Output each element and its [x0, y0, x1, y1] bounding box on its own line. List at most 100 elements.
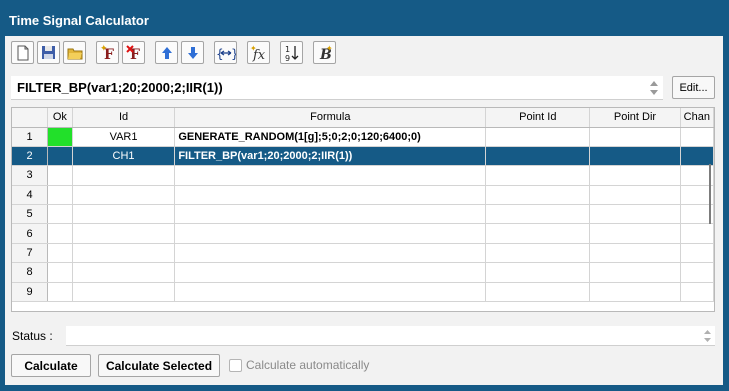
- save-icon: [42, 46, 55, 59]
- status-spinner-icon[interactable]: [703, 328, 712, 344]
- move-down-button[interactable]: [181, 41, 204, 64]
- chan-cell[interactable]: [680, 223, 714, 244]
- ok-cell[interactable]: [47, 282, 73, 303]
- id-cell[interactable]: CH1: [72, 146, 176, 167]
- point-dir-cell[interactable]: [589, 146, 681, 167]
- point-dir-cell[interactable]: [589, 243, 681, 264]
- column-header-ok[interactable]: Ok: [47, 108, 73, 128]
- spinner-arrows-icon[interactable]: [649, 79, 659, 97]
- ok-cell[interactable]: [47, 165, 73, 186]
- svg-text:1: 1: [285, 45, 290, 54]
- move-up-icon: [161, 46, 172, 59]
- point-id-cell[interactable]: [485, 243, 591, 264]
- chan-cell[interactable]: [680, 282, 714, 303]
- expand-braces-button[interactable]: {}: [214, 41, 237, 64]
- ok-cell[interactable]: [47, 204, 73, 225]
- formula-cell[interactable]: [174, 262, 487, 283]
- table-row[interactable]: 8: [12, 262, 714, 283]
- column-header-id[interactable]: Id: [72, 108, 176, 128]
- formula-cell[interactable]: [174, 185, 487, 206]
- ok-cell[interactable]: [47, 262, 73, 283]
- ok-cell[interactable]: [47, 146, 73, 167]
- point-id-cell[interactable]: [485, 223, 591, 244]
- point-dir-cell[interactable]: [589, 262, 681, 283]
- table-row[interactable]: 7: [12, 243, 714, 264]
- grid-header-row: Ok Id Formula Point Id Point Dir Chan: [12, 108, 714, 128]
- chan-cell[interactable]: [680, 262, 714, 283]
- id-cell[interactable]: [72, 262, 176, 283]
- table-row[interactable]: 9: [12, 282, 714, 303]
- formula-cell[interactable]: [174, 223, 487, 244]
- column-header-formula[interactable]: Formula: [174, 108, 487, 128]
- calculate-automatically-checkbox[interactable]: [229, 358, 242, 372]
- point-dir-cell[interactable]: [589, 165, 681, 186]
- id-cell[interactable]: VAR1: [72, 127, 176, 147]
- chan-cell[interactable]: [680, 146, 714, 167]
- point-id-cell[interactable]: [485, 282, 591, 303]
- formula-cell[interactable]: [174, 243, 487, 264]
- svg-text:✦: ✦: [250, 44, 257, 53]
- table-row[interactable]: 6: [12, 223, 714, 244]
- table-row[interactable]: 5: [12, 204, 714, 225]
- point-dir-cell[interactable]: [589, 282, 681, 303]
- ok-cell[interactable]: [47, 243, 73, 264]
- sort-numeric-button[interactable]: 19: [280, 41, 303, 64]
- column-header-point-dir[interactable]: Point Dir: [589, 108, 681, 128]
- new-document-button[interactable]: [11, 41, 34, 64]
- grid-table: Ok Id Formula Point Id Point Dir Chan 1 V…: [12, 108, 714, 303]
- table-row[interactable]: 3: [12, 165, 714, 186]
- calculate-automatically-option[interactable]: Calculate automatically: [229, 358, 369, 372]
- id-cell[interactable]: [72, 282, 176, 303]
- point-dir-cell[interactable]: [589, 185, 681, 206]
- point-id-cell[interactable]: [485, 262, 591, 283]
- row-number-cell: 5: [12, 204, 48, 225]
- svg-text:9: 9: [285, 54, 290, 62]
- chan-cell[interactable]: [680, 243, 714, 264]
- chan-cell[interactable]: [680, 127, 714, 147]
- table-row[interactable]: 1 VAR1 GENERATE_RANDOM(1[g];5;0;2;0;120;64…: [12, 127, 714, 147]
- expand-braces-icon: {}: [216, 47, 236, 60]
- add-function-button[interactable]: F ✦: [96, 41, 119, 64]
- table-row[interactable]: 2 CH1 FILTER_BP(var1;20;2000;2;IIR(1)): [12, 146, 714, 167]
- calculate-button[interactable]: Calculate: [11, 354, 91, 377]
- formula-input[interactable]: FILTER_BP(var1;20;2000;2;IIR(1)): [11, 76, 663, 100]
- point-id-cell[interactable]: [485, 165, 591, 186]
- id-cell[interactable]: [72, 185, 176, 206]
- point-id-cell[interactable]: [485, 185, 591, 206]
- formula-cell[interactable]: GENERATE_RANDOM(1[g];5;0;2;0;120;6400;0): [174, 127, 487, 147]
- ok-cell[interactable]: [47, 185, 73, 206]
- formula-cell[interactable]: [174, 165, 487, 186]
- open-button[interactable]: [63, 41, 86, 64]
- id-cell[interactable]: [72, 204, 176, 225]
- point-id-cell[interactable]: [485, 146, 591, 167]
- point-dir-cell[interactable]: [589, 223, 681, 244]
- point-dir-cell[interactable]: [589, 127, 681, 147]
- open-folder-icon: [67, 48, 82, 59]
- ok-cell[interactable]: [47, 127, 73, 147]
- formula-cell[interactable]: [174, 204, 487, 225]
- edit-button[interactable]: Edit...: [672, 76, 715, 99]
- svg-text:✦: ✦: [100, 44, 108, 54]
- column-header-chan[interactable]: Chan: [680, 108, 714, 128]
- formula-cell[interactable]: FILTER_BP(var1;20;2000;2;IIR(1)): [174, 146, 487, 167]
- save-button[interactable]: [37, 41, 60, 64]
- point-dir-cell[interactable]: [589, 204, 681, 225]
- point-id-cell[interactable]: [485, 204, 591, 225]
- table-row[interactable]: 4: [12, 185, 714, 206]
- bold-b-button[interactable]: B ✦: [313, 41, 336, 64]
- formula-grid[interactable]: Ok Id Formula Point Id Point Dir Chan 1 V…: [11, 107, 715, 312]
- id-cell[interactable]: [72, 243, 176, 264]
- point-id-cell[interactable]: [485, 127, 591, 147]
- function-fx-icon: fx✦: [250, 44, 266, 62]
- calculate-selected-button[interactable]: Calculate Selected: [98, 354, 220, 377]
- function-fx-button[interactable]: fx ✦: [247, 41, 270, 64]
- delete-function-button[interactable]: F: [122, 41, 145, 64]
- vertical-scrollbar[interactable]: [709, 164, 711, 224]
- ok-cell[interactable]: [47, 223, 73, 244]
- id-cell[interactable]: [72, 165, 176, 186]
- row-number-cell: 3: [12, 165, 48, 186]
- column-header-point-id[interactable]: Point Id: [485, 108, 591, 128]
- formula-cell[interactable]: [174, 282, 487, 303]
- id-cell[interactable]: [72, 223, 176, 244]
- move-up-button[interactable]: [155, 41, 178, 64]
